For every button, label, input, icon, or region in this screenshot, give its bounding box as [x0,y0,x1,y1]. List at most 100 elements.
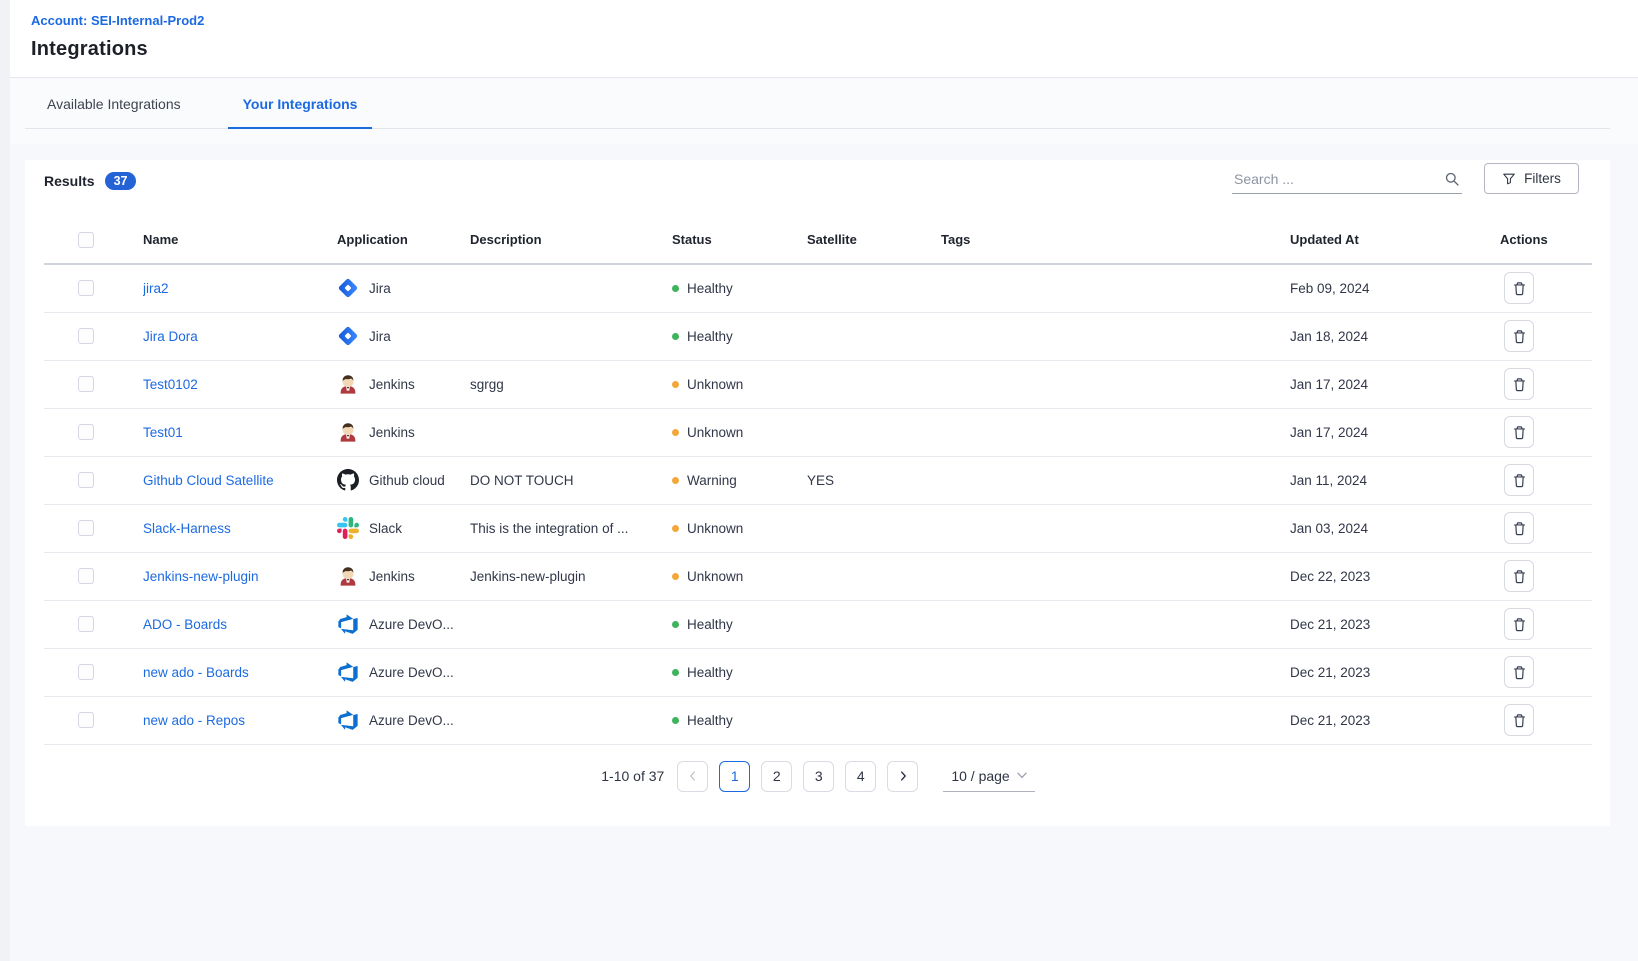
filters-button[interactable]: Filters [1484,163,1579,194]
prev-page-button[interactable] [677,761,708,792]
tab-bar: Available Integrations Your Integrations [10,78,1638,144]
status-dot [672,333,679,340]
row-checkbox[interactable] [78,712,94,728]
row-checkbox[interactable] [78,616,94,632]
satellite-cell [807,312,941,360]
trash-icon [1512,329,1527,344]
tags-cell [941,408,1290,456]
row-checkbox[interactable] [78,520,94,536]
account-link[interactable]: Account: SEI-Internal-Prod2 [31,13,1638,28]
satellite-cell [807,360,941,408]
application-label: Jenkins [369,425,415,440]
filters-label: Filters [1524,171,1561,186]
status-dot [672,717,679,724]
status-label: Healthy [687,617,733,632]
delete-button[interactable] [1504,512,1534,544]
tags-cell [941,504,1290,552]
azure-icon [337,613,359,635]
row-checkbox[interactable] [78,472,94,488]
tab-available-integrations[interactable]: Available Integrations [32,96,196,128]
delete-button[interactable] [1504,608,1534,640]
page-1-button[interactable]: 1 [719,761,750,792]
integration-name-link[interactable]: Test01 [143,425,183,440]
delete-button[interactable] [1504,272,1534,304]
results-count-badge: 37 [105,172,137,191]
updated-at-cell: Dec 21, 2023 [1290,696,1500,744]
status-label: Warning [687,473,737,488]
application-label: Slack [369,521,402,536]
tags-cell [941,600,1290,648]
row-checkbox[interactable] [78,568,94,584]
tab-your-integrations[interactable]: Your Integrations [228,96,373,128]
application-label: Azure DevO... [369,617,454,632]
integrations-table-body: jira2JiraHealthyFeb 09, 2024Jira DoraJir… [44,264,1592,744]
trash-icon [1512,425,1527,440]
table-row: Test01JenkinsUnknownJan 17, 2024 [44,408,1592,456]
pagination-range: 1-10 of 37 [601,768,664,784]
column-header-actions: Actions [1500,216,1592,264]
select-all-checkbox[interactable] [78,232,94,248]
delete-button[interactable] [1504,656,1534,688]
search-input[interactable] [1234,171,1444,187]
integration-name-link[interactable]: Github Cloud Satellite [143,473,274,488]
status-dot [672,285,679,292]
github-icon [337,469,359,491]
page-3-button[interactable]: 3 [803,761,834,792]
delete-button[interactable] [1504,416,1534,448]
search-icon [1444,171,1460,187]
status-label: Unknown [687,377,743,392]
application-label: Azure DevO... [369,665,454,680]
page-size-label: 10 / page [951,768,1009,784]
row-checkbox[interactable] [78,424,94,440]
integration-name-link[interactable]: new ado - Repos [143,713,245,728]
tags-cell [941,696,1290,744]
toolbar: Results 37 Filters [44,160,1579,194]
row-checkbox[interactable] [78,376,94,392]
toolbar-right: Filters [1232,163,1579,194]
row-checkbox[interactable] [78,664,94,680]
integration-name-link[interactable]: Jira Dora [143,329,198,344]
table-row: new ado - BoardsAzure DevO...HealthyDec … [44,648,1592,696]
status-label: Healthy [687,281,733,296]
integration-name-link[interactable]: jira2 [143,281,169,296]
status-dot [672,621,679,628]
slack-icon [337,517,359,539]
status-dot [672,381,679,388]
status-dot [672,525,679,532]
row-checkbox[interactable] [78,328,94,344]
description-cell [470,408,672,456]
trash-icon [1512,713,1527,728]
trash-icon [1512,473,1527,488]
table-row: new ado - ReposAzure DevO...HealthyDec 2… [44,696,1592,744]
delete-button[interactable] [1504,560,1534,592]
application-label: Github cloud [369,473,445,488]
satellite-cell [807,600,941,648]
page-4-button[interactable]: 4 [845,761,876,792]
column-header-status: Status [672,216,807,264]
row-checkbox[interactable] [78,280,94,296]
integration-name-link[interactable]: new ado - Boards [143,665,249,680]
description-cell [470,696,672,744]
jenkins-icon [337,565,359,587]
integration-name-link[interactable]: ADO - Boards [143,617,227,632]
description-cell: sgrgg [470,360,672,408]
integration-name-link[interactable]: Test0102 [143,377,198,392]
status-dot [672,477,679,484]
delete-button[interactable] [1504,704,1534,736]
delete-button[interactable] [1504,320,1534,352]
delete-button[interactable] [1504,368,1534,400]
status-label: Unknown [687,569,743,584]
description-cell [470,264,672,312]
description-cell: This is the integration of ... [470,504,672,552]
page-2-button[interactable]: 2 [761,761,792,792]
column-header-satellite: Satellite [807,216,941,264]
next-page-button[interactable] [887,761,918,792]
page-size-select[interactable]: 10 / page [943,761,1034,792]
trash-icon [1512,521,1527,536]
integration-name-link[interactable]: Jenkins-new-plugin [143,569,259,584]
application-label: Jira [369,281,391,296]
integration-name-link[interactable]: Slack-Harness [143,521,231,536]
delete-button[interactable] [1504,464,1534,496]
satellite-cell [807,408,941,456]
description-cell [470,600,672,648]
